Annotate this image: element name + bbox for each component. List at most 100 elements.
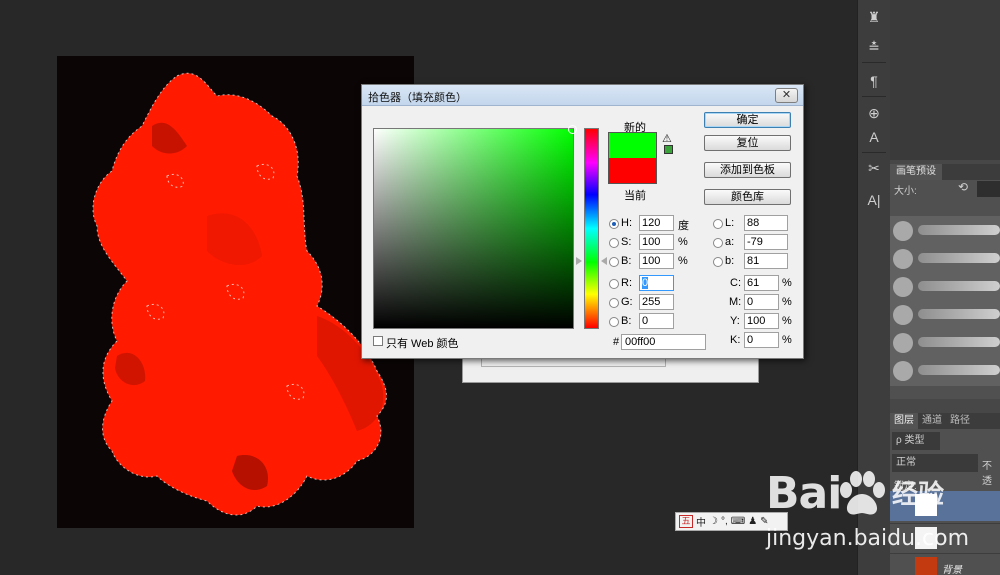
character-style-icon[interactable]: ≛ — [862, 36, 886, 58]
brightness-label: B: — [621, 255, 632, 267]
red-value: 0 — [642, 277, 649, 289]
brush-tab-bar: 画笔预设 — [890, 164, 1000, 180]
scissors-icon[interactable]: ✂ — [862, 157, 886, 179]
magenta-field[interactable]: 0 — [744, 294, 779, 310]
yellow-field[interactable]: 100 — [744, 313, 779, 329]
strip-divider — [862, 96, 886, 97]
green-label: G: — [621, 296, 633, 308]
color-cursor[interactable] — [568, 125, 577, 134]
ok-button[interactable]: 确定 — [704, 112, 791, 128]
layer-kind-filter[interactable]: ρ 类型 — [892, 432, 940, 450]
current-color-swatch[interactable] — [608, 158, 657, 184]
web-safe-cube-icon[interactable] — [664, 145, 673, 154]
strip-divider — [862, 152, 886, 153]
punctuation-icon[interactable]: °, — [721, 516, 728, 527]
reset-button[interactable]: 复位 — [704, 135, 791, 151]
saturation-radio[interactable] — [609, 238, 619, 248]
lab-a-radio[interactable] — [713, 238, 723, 248]
tab-layers[interactable]: 图层 — [890, 413, 918, 429]
color-libraries-button[interactable]: 颜色库 — [704, 189, 791, 205]
hex-field[interactable]: 00ff00 — [621, 334, 706, 350]
hue-slider-handle-left[interactable] — [576, 257, 582, 265]
new-color-swatch — [608, 132, 657, 158]
yellow-label: Y: — [730, 315, 740, 327]
brush-item[interactable] — [890, 218, 1000, 244]
lab-a-field[interactable]: -79 — [744, 234, 788, 250]
brush-tip-icon — [893, 249, 913, 269]
lab-b-label: b: — [725, 255, 735, 267]
lab-b-field[interactable]: 81 — [744, 253, 788, 269]
user-icon[interactable]: ♟ — [748, 516, 757, 527]
green-radio[interactable] — [609, 298, 619, 308]
brightness-field[interactable]: 100 — [639, 253, 674, 269]
lab-l-radio[interactable] — [713, 219, 723, 229]
brush-tip-icon — [893, 221, 913, 241]
ime-mode-button[interactable]: 中 — [696, 514, 706, 529]
watermark-brand: Bai — [766, 468, 842, 519]
red-radio[interactable] — [609, 279, 619, 289]
paw-logo-icon — [840, 471, 885, 515]
black-field[interactable]: 0 — [744, 332, 779, 348]
tab-paths[interactable]: 路径 — [946, 413, 974, 429]
red-field[interactable]: 0 — [639, 275, 674, 291]
dialog-titlebar[interactable]: 拾色器（填充颜色） ✕ — [362, 85, 803, 106]
black-unit: % — [782, 334, 792, 346]
brush-stroke-preview — [918, 253, 1000, 263]
clone-source-icon[interactable]: ⊕ — [862, 102, 886, 124]
lab-l-field[interactable]: 88 — [744, 215, 788, 231]
blue-field[interactable]: 0 — [639, 313, 674, 329]
add-to-swatches-button[interactable]: 添加到色板 — [704, 162, 791, 178]
moon-icon[interactable]: ☽ — [709, 516, 718, 527]
web-colors-only-checkbox[interactable] — [373, 336, 383, 346]
hue-slider-handle-right[interactable] — [601, 257, 607, 265]
brush-item[interactable] — [890, 330, 1000, 356]
current-color-label: 当前 — [624, 190, 646, 202]
hue-label: H: — [621, 217, 632, 229]
strip-divider — [862, 62, 886, 63]
brush-item[interactable] — [890, 358, 1000, 384]
character-icon[interactable]: A — [862, 126, 886, 148]
baidu-watermark: Bai 经验 jingyan.baidu.com — [766, 468, 996, 558]
brush-tip-icon — [893, 277, 913, 297]
lab-l-label: L: — [725, 217, 735, 229]
brush-tip-icon — [893, 361, 913, 381]
brush-item[interactable] — [890, 302, 1000, 328]
watermark-suffix: 经验 — [892, 479, 945, 509]
black-label: K: — [730, 334, 741, 346]
hue-field[interactable]: 120 — [639, 215, 674, 231]
out-of-gamut-warning-icon[interactable]: ⚠ — [662, 132, 672, 145]
saturation-label: S: — [621, 236, 632, 248]
tool-presets-icon[interactable]: ♜ — [862, 6, 886, 28]
magenta-label: M: — [729, 296, 742, 308]
brush-tip-icon — [893, 333, 913, 353]
brush-size-input[interactable] — [977, 181, 1000, 197]
layers-tab-bar: 图层 通道 路径 — [890, 413, 1000, 429]
reset-icon[interactable]: ⟲ — [958, 180, 968, 194]
tab-brush-presets[interactable]: 画笔预设 — [890, 164, 942, 180]
red-label: R: — [621, 277, 632, 289]
green-field[interactable]: 255 — [639, 294, 674, 310]
close-button[interactable]: ✕ — [775, 88, 798, 103]
brush-stroke-preview — [918, 281, 1000, 291]
blue-radio[interactable] — [609, 317, 619, 327]
ime-logo-icon[interactable]: 五 — [679, 515, 693, 528]
color-picker-dialog: 拾色器（填充颜色） ✕ 新的 当前 ⚠ 确定 复位 添加到色板 颜色库 H: 1… — [361, 84, 804, 359]
hue-unit: 度 — [678, 220, 689, 232]
lab-a-label: a: — [725, 236, 735, 248]
hue-slider[interactable] — [584, 128, 599, 329]
brush-presets-panel: 画笔预设 大小: ⟲ — [890, 164, 1000, 399]
keyboard-icon[interactable]: ⌨ — [731, 516, 745, 527]
brush-item[interactable] — [890, 274, 1000, 300]
brightness-radio[interactable] — [609, 257, 619, 267]
brush-list[interactable] — [890, 216, 1000, 386]
cyan-field[interactable]: 61 — [744, 275, 779, 291]
lab-b-radio[interactable] — [713, 257, 723, 267]
paragraph-icon[interactable]: ¶ — [862, 70, 886, 92]
hue-radio[interactable] — [609, 219, 619, 229]
brush-item[interactable] — [890, 246, 1000, 272]
yellow-unit: % — [782, 315, 792, 327]
saturation-field[interactable]: 100 — [639, 234, 674, 250]
type-icon[interactable]: A| — [862, 189, 886, 211]
tab-channels[interactable]: 通道 — [918, 413, 946, 429]
saturation-brightness-field[interactable] — [373, 125, 577, 329]
